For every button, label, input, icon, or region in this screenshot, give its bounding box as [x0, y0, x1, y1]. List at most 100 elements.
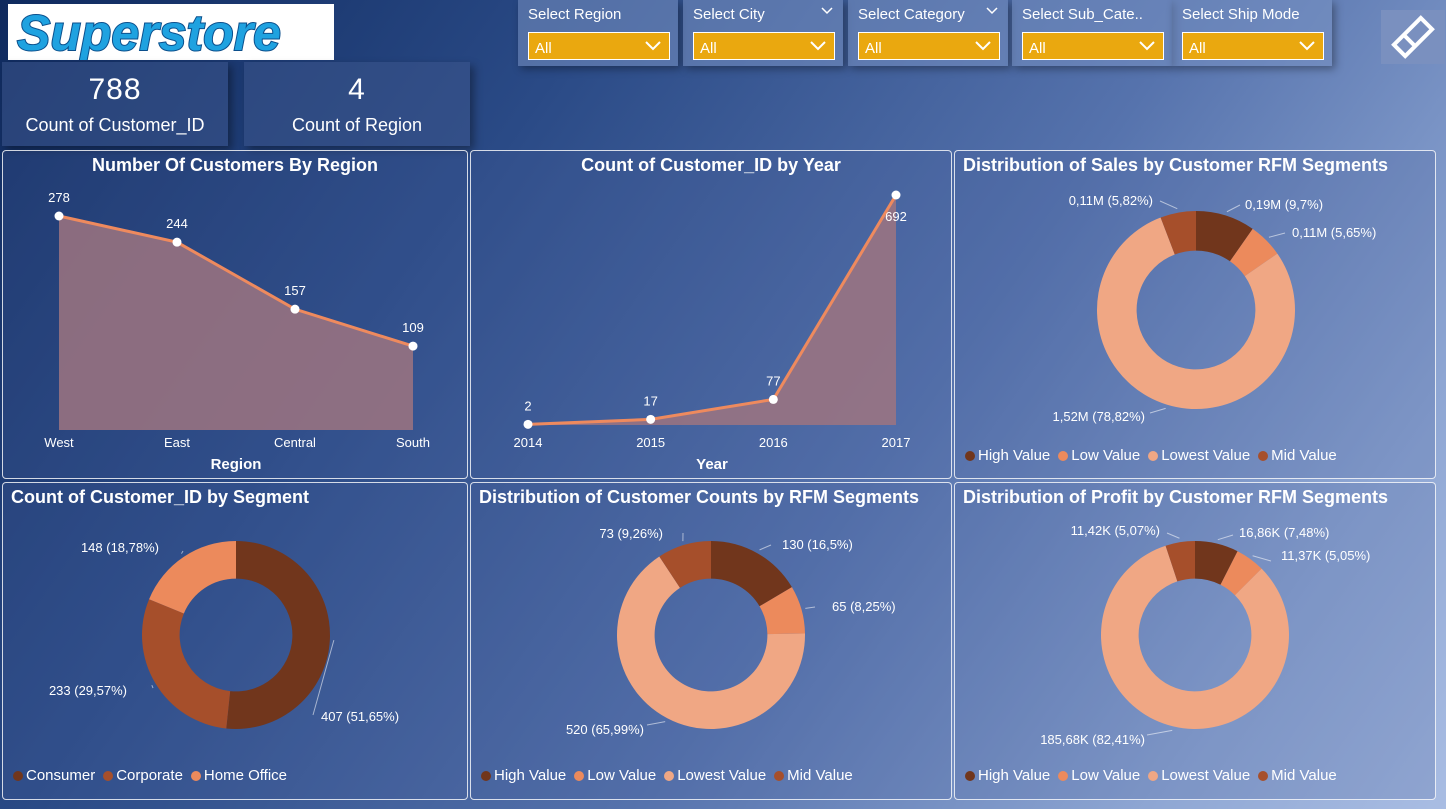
slice-label: 185,68K (82,41%)	[1040, 732, 1145, 747]
legend-item[interactable]: High Value	[965, 447, 1050, 464]
chevron-down-icon	[975, 41, 991, 51]
legend-label: Lowest Value	[1161, 447, 1251, 464]
slicer-title: Select Ship Mode	[1182, 6, 1300, 23]
legend-item[interactable]: Low Value	[574, 767, 656, 784]
customers-by-region-panel: Number Of Customers By Region 278 West 244…	[2, 150, 468, 479]
slicer-title: Select Sub_Cate...	[1022, 6, 1142, 23]
legend-swatch	[965, 450, 975, 461]
slicer-ship-mode: Select Ship Mode All	[1172, 0, 1332, 66]
logo-wordmark: Superstore	[16, 4, 282, 60]
legend-label: Consumer	[26, 767, 96, 784]
legend-swatch	[1058, 770, 1069, 781]
customers-by-region-chart: 278 West 244 East 157 Central 109 South Region	[44, 190, 430, 473]
customer-counts-by-rfm-panel: Distribution of Customer Counts by RFM S…	[470, 482, 952, 800]
donut-slice	[142, 599, 231, 729]
x-tick-label: 2014	[514, 435, 543, 450]
x-tick-label: 2017	[882, 435, 911, 450]
legend-swatch	[1058, 450, 1069, 461]
slice-label: 0,11M (5,65%)	[1292, 225, 1376, 240]
category-dropdown[interactable]: All	[858, 32, 1000, 60]
sub-category-dropdown[interactable]: All	[1022, 32, 1164, 60]
slicer-sub-category: Select Sub_Cate... All	[1012, 0, 1172, 66]
legend-swatch	[1148, 450, 1159, 461]
leader-line	[1166, 532, 1180, 539]
x-tick-label: East	[164, 435, 190, 450]
data-label: 77	[766, 373, 780, 388]
legend-item[interactable]: Lowest Value	[1148, 447, 1250, 464]
legend-label: High Value	[978, 447, 1051, 464]
dropdown-value: All	[700, 40, 717, 57]
legend-item[interactable]: Low Value	[1058, 447, 1140, 464]
customers-by-segment-donut: 407 (51,65%) 233 (29,57%) 148 (18,78%)	[49, 540, 399, 729]
dropdown-value: All	[1029, 40, 1046, 57]
slice-label: 1,52M (78,82%)	[1053, 409, 1146, 424]
kpi-label: Count of Customer_ID	[25, 114, 205, 135]
kpi-value: 4	[348, 72, 366, 106]
clear-filters-button[interactable]	[1381, 10, 1445, 64]
legend-swatch	[965, 770, 975, 781]
x-axis-title: Region	[211, 456, 262, 473]
legend-item[interactable]: High Value	[965, 767, 1050, 784]
slice-label: 520 (65,99%)	[566, 722, 644, 737]
leader-line	[1217, 534, 1234, 541]
chevron-down-icon[interactable]	[986, 6, 998, 16]
data-point	[54, 211, 64, 221]
data-point	[891, 190, 901, 200]
data-label: 17	[643, 393, 657, 408]
legend-item[interactable]: Mid Value	[1258, 447, 1337, 464]
region-dropdown[interactable]: All	[528, 32, 670, 60]
city-dropdown[interactable]: All	[693, 32, 835, 60]
legend-item[interactable]: High Value	[481, 767, 566, 784]
slicer-category: Select Category All	[848, 0, 1008, 66]
data-point	[172, 237, 182, 247]
data-point	[646, 414, 656, 424]
x-tick-label: 2015	[636, 435, 665, 450]
data-label: 157	[284, 283, 306, 298]
chevron-down-icon[interactable]	[821, 6, 833, 16]
legend-item[interactable]: Corporate	[103, 767, 183, 784]
kpi-label: Count of Region	[291, 114, 423, 135]
legend-swatch	[1148, 770, 1159, 781]
slicer-city: Select City All	[683, 0, 843, 66]
slice-label: 11,42K (5,07%)	[1071, 523, 1160, 538]
legend-item[interactable]: Low Value	[1058, 767, 1140, 784]
x-axis-title: Year	[696, 456, 728, 473]
profit-by-rfm-donut: 16,86K (7,48%) 11,37K (5,05%) 185,68K (82,…	[1040, 523, 1370, 747]
x-tick-label: Central	[274, 435, 316, 450]
svg-text:Superstore: Superstore	[17, 5, 281, 60]
legend-item[interactable]: Mid Value	[1258, 767, 1337, 784]
slice-label: 233 (29,57%)	[49, 683, 127, 698]
slice-label: 407 (51,65%)	[321, 709, 399, 724]
legend-label: Low Value	[1071, 767, 1141, 784]
dropdown-value: All	[865, 40, 882, 57]
leader-line	[759, 544, 772, 551]
legend-label: High Value	[978, 767, 1051, 784]
slice-label: 65 (8,25%)	[832, 599, 896, 614]
slice-label: 0,11M (5,82%)	[1069, 193, 1153, 208]
slice-label: 16,86K (7,48%)	[1239, 525, 1329, 540]
data-label: 2	[524, 398, 531, 413]
legend-label: Lowest Value	[1161, 767, 1251, 784]
legend-item[interactable]: Mid Value	[774, 767, 853, 784]
legend-label: Home Office	[203, 767, 287, 784]
slicer-title: Select Region	[528, 6, 622, 23]
leader-line	[181, 550, 184, 554]
legend-swatch	[774, 770, 785, 781]
data-point	[290, 304, 300, 314]
legend-item[interactable]: Lowest Value	[1148, 767, 1250, 784]
legend-item[interactable]: Home Office	[190, 767, 287, 784]
legend-label: Mid Value	[1271, 767, 1337, 784]
slicer-title: Select City	[693, 6, 765, 23]
data-point	[523, 419, 533, 429]
slicer-title: Select Category	[858, 6, 965, 23]
slice-label: 11,37K (5,05%)	[1281, 548, 1370, 563]
legend-item[interactable]: Lowest Value	[664, 767, 766, 784]
legend-item[interactable]: Consumer	[13, 767, 95, 784]
chart-legend: High Value Low Value Lowest Value Mid Value	[965, 767, 1337, 784]
legend-label: Mid Value	[1271, 447, 1337, 464]
ship-mode-dropdown[interactable]: All	[1182, 32, 1324, 60]
eraser-icon	[1391, 15, 1435, 59]
data-label: 692	[885, 209, 907, 224]
legend-swatch	[664, 770, 675, 781]
donut-slice	[226, 541, 331, 729]
